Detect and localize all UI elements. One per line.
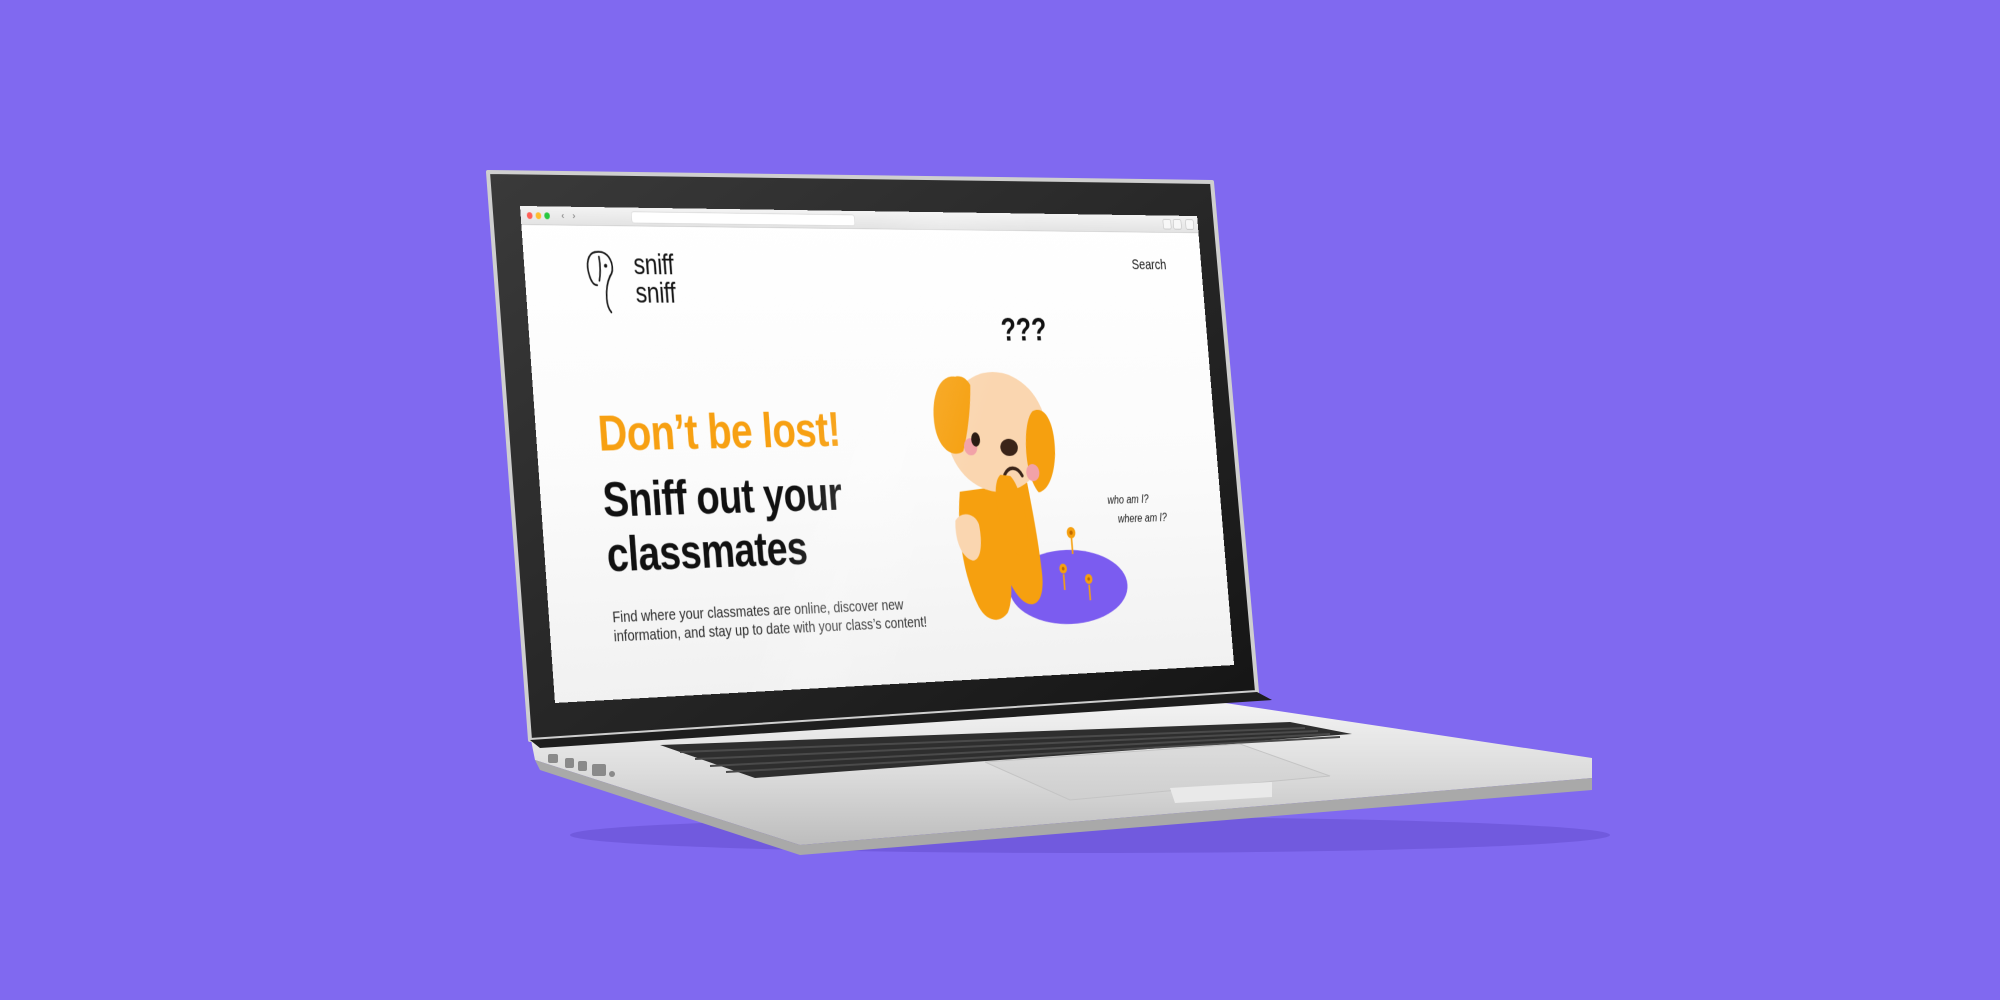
confused-dog-illustration: ??? bbox=[930, 311, 1131, 627]
hero-description: Find where your classmates are online, d… bbox=[611, 596, 928, 646]
dog-outline-icon bbox=[583, 246, 637, 314]
close-dot[interactable] bbox=[526, 212, 533, 220]
minimize-dot[interactable] bbox=[535, 212, 542, 220]
thought-who-am-i: who am I? bbox=[1106, 492, 1150, 507]
chevron-left-icon[interactable]: ‹ bbox=[557, 210, 568, 221]
address-bar[interactable] bbox=[630, 211, 856, 227]
logo-line-1: sniff bbox=[632, 249, 675, 282]
sidebar-icon[interactable] bbox=[1185, 219, 1195, 230]
hero-accent-headline: Don’t be lost! bbox=[596, 401, 842, 462]
thought-where-am-i: where am I? bbox=[1117, 510, 1168, 526]
hero-headline-line-2: classmates bbox=[604, 521, 809, 583]
share-icon[interactable] bbox=[1162, 218, 1172, 230]
question-marks: ??? bbox=[999, 311, 1047, 348]
logo-line-2: sniff bbox=[634, 277, 677, 310]
chevron-right-icon[interactable]: › bbox=[569, 210, 580, 221]
search-link[interactable]: Search bbox=[1131, 257, 1167, 274]
tabs-icon[interactable] bbox=[1172, 219, 1182, 230]
zoom-dot[interactable] bbox=[544, 212, 551, 220]
site-logo[interactable]: sniff sniff bbox=[583, 246, 703, 321]
browser-window: ‹ › sniff sniff Search Don’t be lost! Sn… bbox=[520, 206, 1235, 703]
hero-headline: Sniff out your classmates bbox=[601, 465, 937, 582]
